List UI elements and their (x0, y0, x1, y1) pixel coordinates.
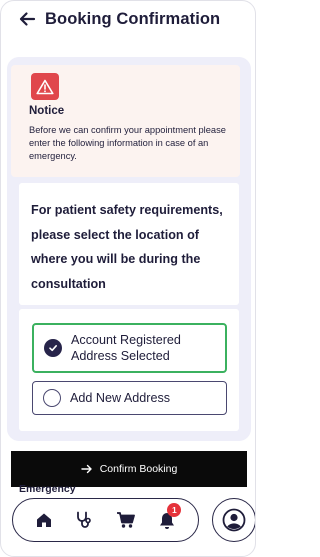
notice-panel: Notice Before we can confirm your appoin… (11, 65, 240, 177)
app-screen: Booking Confirmation Notice Before we ca… (0, 0, 256, 557)
bottom-nav: 1 (12, 498, 199, 542)
page-title: Booking Confirmation (45, 9, 221, 28)
notification-badge: 1 (167, 503, 182, 517)
cart-icon[interactable] (112, 506, 140, 534)
safety-requirements-card: For patient safety requirements, please … (19, 183, 239, 305)
emergency-section-heading: Emergency (19, 483, 76, 495)
address-options-card: Account Registered Address Selected Add … (19, 309, 239, 431)
bell-icon[interactable]: 1 (153, 503, 182, 534)
arrow-left-icon[interactable] (17, 9, 37, 29)
confirm-booking-label: Confirm Booking (99, 463, 178, 475)
booking-content: Notice Before we can confirm your appoin… (7, 57, 251, 441)
profile-button[interactable] (212, 498, 255, 542)
notice-title: Notice (29, 105, 65, 117)
address-option-label: Add New Address (70, 391, 171, 405)
notice-body: Before we can confirm your appointment p… (29, 125, 226, 161)
confirm-booking-button[interactable]: Confirm Booking (11, 451, 247, 487)
radio-checked-icon[interactable] (44, 339, 62, 357)
stethoscope-icon[interactable] (71, 506, 99, 534)
address-option-registered[interactable]: Account Registered Address Selected (32, 323, 227, 373)
address-option-add-new[interactable]: Add New Address (32, 381, 227, 415)
user-circle-icon (222, 508, 246, 532)
warning-triangle-icon (31, 73, 59, 100)
home-icon[interactable] (30, 506, 58, 534)
header: Booking Confirmation (1, 1, 255, 37)
address-option-label: Account Registered Address Selected (71, 333, 181, 363)
radio-unchecked-icon[interactable] (43, 389, 61, 407)
safety-requirements-text: For patient safety requirements, please … (31, 203, 223, 291)
arrow-right-icon (80, 464, 92, 474)
